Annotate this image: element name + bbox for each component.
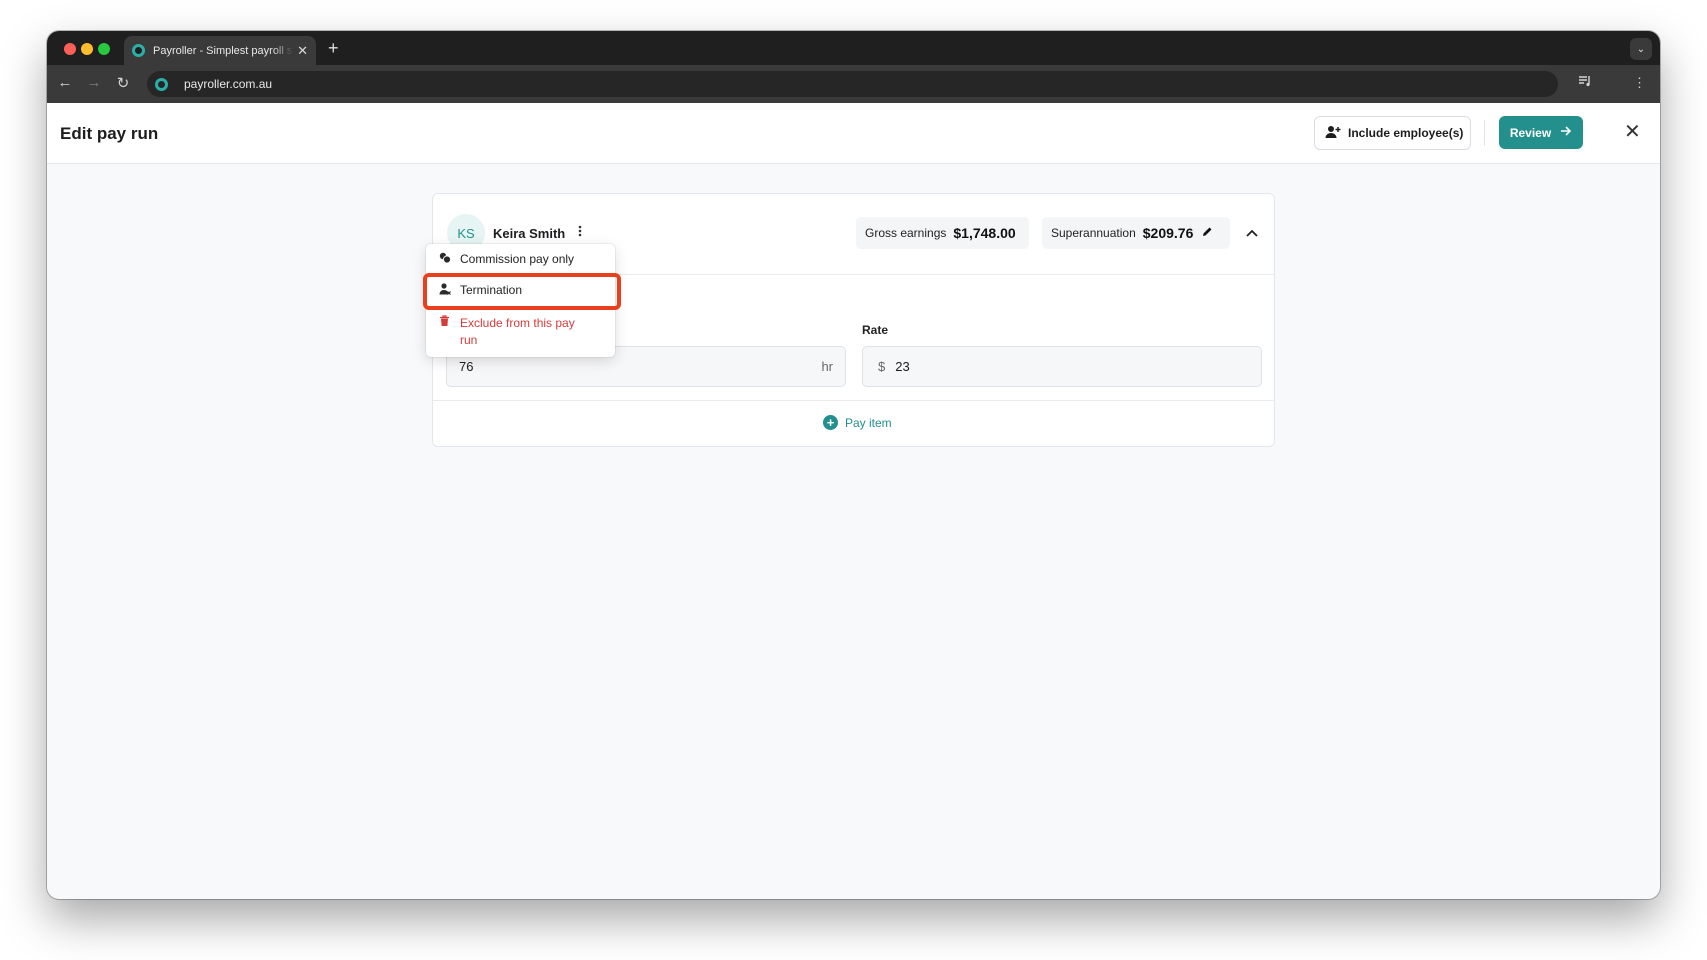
site-info-icon[interactable]	[155, 77, 168, 91]
forward-arrow-icon[interactable]: →	[85, 74, 103, 91]
rate-value: 23	[895, 359, 910, 374]
include-employees-label: Include employee(s)	[1348, 126, 1464, 140]
plus-circle-icon: +	[823, 415, 838, 430]
reload-icon[interactable]: ↻	[114, 74, 132, 92]
browser-tab[interactable]: Payroller - Simplest payroll so ✕	[124, 36, 316, 65]
menu-item-termination[interactable]: Termination	[426, 283, 615, 300]
back-arrow-icon[interactable]: ←	[56, 74, 74, 91]
new-tab-button[interactable]: +	[328, 38, 339, 59]
header-divider	[1484, 120, 1485, 146]
superannuation-badge[interactable]: Superannuation $209.76	[1042, 217, 1230, 249]
browser-toolbar: ← → ↻ payroller.com.au ⋮	[47, 65, 1660, 103]
include-employees-button[interactable]: Include employee(s)	[1314, 116, 1471, 150]
menu-item-label: Commission pay only	[460, 252, 575, 266]
menu-item-label: Termination	[460, 283, 523, 297]
arrow-right-icon	[1560, 125, 1572, 140]
browser-menu-icon[interactable]: ⋮	[1633, 75, 1646, 91]
address-bar[interactable]: payroller.com.au	[147, 71, 1558, 97]
page-title: Edit pay run	[60, 124, 159, 143]
browser-window: Payroller - Simplest payroll so ✕ + ⌄ ← …	[47, 31, 1660, 899]
media-control-icon[interactable]	[1578, 75, 1592, 90]
tab-title: Payroller - Simplest payroll so	[153, 44, 293, 57]
app-header: Edit pay run Include employee(s) Review …	[47, 103, 1660, 164]
hours-value: 76	[459, 359, 474, 374]
menu-item-exclude-from-pay-run[interactable]: Exclude from this pay run	[426, 315, 615, 349]
gross-earnings-label: Gross earnings	[865, 226, 947, 240]
rate-field[interactable]: $ 23	[862, 346, 1262, 387]
review-button[interactable]: Review	[1499, 116, 1583, 149]
tab-search-chevron-icon[interactable]: ⌄	[1630, 38, 1652, 60]
maximize-window-button[interactable]	[98, 43, 110, 55]
rate-label: Rate	[862, 323, 889, 337]
user-remove-icon	[439, 283, 453, 300]
payroller-favicon-icon	[132, 44, 145, 57]
employee-options-menu: Commission pay only Termination Exclude …	[426, 244, 615, 357]
gross-earnings-badge: Gross earnings $1,748.00	[856, 217, 1029, 249]
edit-pencil-icon[interactable]	[1202, 226, 1213, 240]
superannuation-value: $209.76	[1142, 225, 1194, 241]
tab-strip: Payroller - Simplest payroll so ✕ + ⌄	[47, 31, 1660, 65]
card-footer: + Pay item	[433, 400, 1274, 447]
minimize-window-button[interactable]	[81, 43, 93, 55]
close-icon[interactable]: ✕	[1624, 119, 1641, 144]
add-user-icon	[1325, 125, 1341, 142]
pay-item-label: Pay item	[845, 415, 892, 430]
tab-close-icon[interactable]: ✕	[297, 43, 308, 59]
add-pay-item-button[interactable]: + Pay item	[823, 415, 892, 430]
superannuation-label: Superannuation	[1051, 226, 1136, 240]
employee-name: Keira Smith	[493, 226, 566, 241]
gross-earnings-value: $1,748.00	[953, 225, 1016, 241]
chevron-up-icon[interactable]	[1246, 224, 1258, 240]
url-text: payroller.com.au	[184, 77, 273, 91]
menu-item-commission-pay-only[interactable]: Commission pay only	[426, 252, 615, 269]
close-window-button[interactable]	[64, 43, 76, 55]
employee-options-icon[interactable]	[578, 225, 582, 240]
review-label: Review	[1509, 125, 1552, 140]
trash-icon	[439, 315, 453, 332]
hours-unit: hr	[821, 359, 833, 374]
coins-icon	[439, 252, 453, 269]
menu-item-label: Exclude from this pay run	[460, 316, 575, 347]
rate-currency: $	[878, 359, 886, 374]
